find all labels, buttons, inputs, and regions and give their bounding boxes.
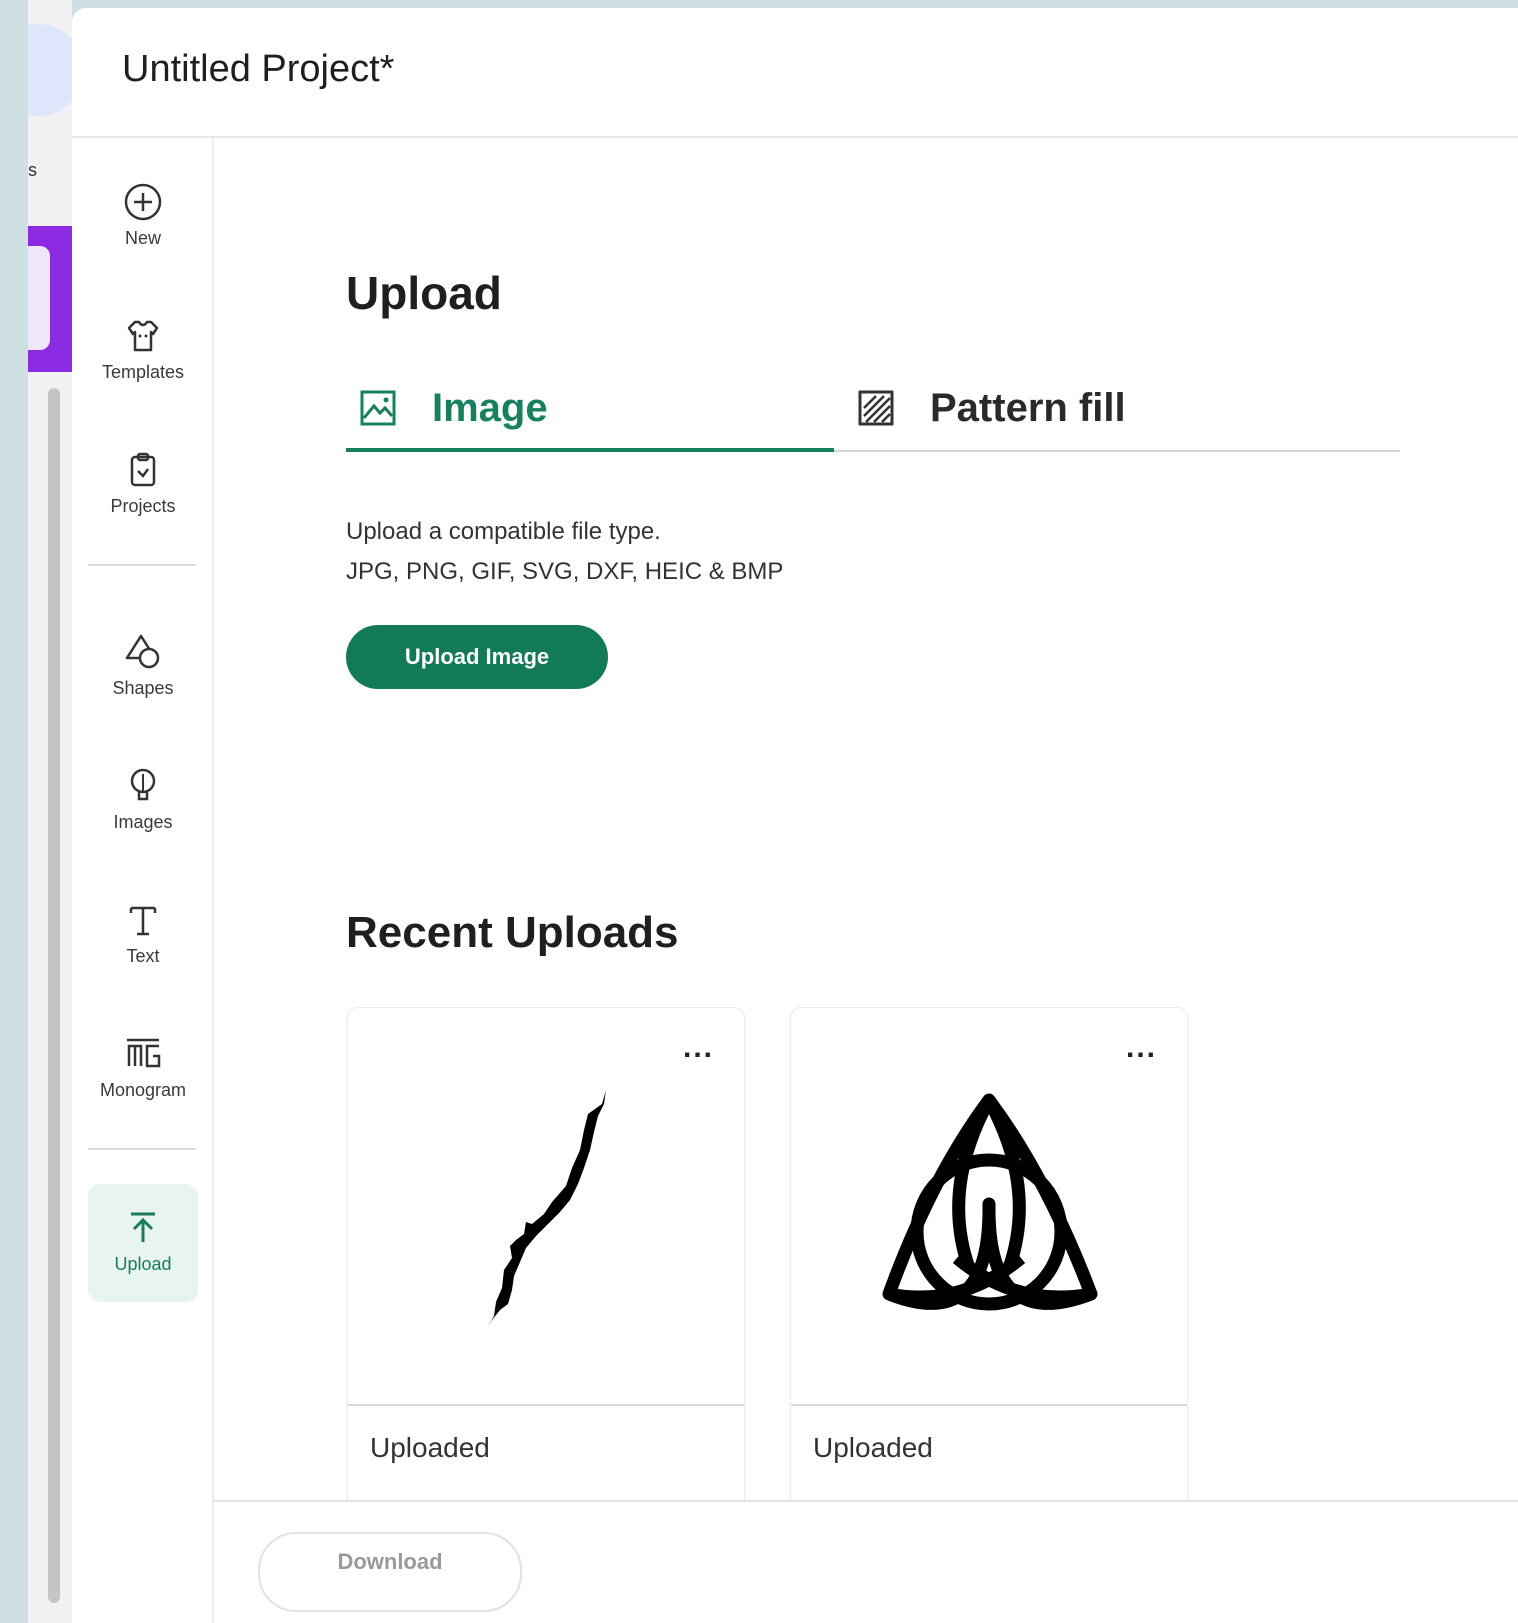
upload-card[interactable]: ... Uploaded [791, 1008, 1187, 1508]
active-nav-pill [28, 246, 50, 350]
description-line: Upload a compatible file type. [346, 518, 661, 545]
tab-pattern-fill[interactable]: Pattern fill [844, 366, 1126, 450]
tab-image[interactable]: Image [346, 366, 834, 452]
rail-divider [88, 1148, 196, 1150]
pattern-fill-icon [858, 390, 894, 426]
rail-item-label: Projects [110, 496, 176, 516]
rail-item-templates[interactable]: Templates [72, 314, 214, 383]
rail-item-label: Upload [114, 1254, 172, 1274]
upload-panel: Upload Image Pattern fill Upload a compa… [214, 138, 1518, 1623]
recent-uploads-heading: Recent Uploads [346, 908, 679, 957]
rail-item-text[interactable]: Text [72, 898, 214, 967]
upload-thumbnail[interactable] [791, 1008, 1187, 1406]
upload-thumbnail[interactable] [348, 1008, 744, 1406]
rail-item-upload[interactable]: Upload [88, 1184, 198, 1302]
scrollbar[interactable] [48, 388, 60, 1603]
file-types: JPG, PNG, GIF, SVG, DXF, HEIC & BMP [346, 558, 784, 585]
shapes-icon [125, 634, 160, 669]
plus-circle-icon [124, 183, 162, 221]
lake-silhouette-image [488, 1090, 606, 1326]
upload-tabs: Image Pattern fill [346, 366, 1400, 452]
project-title[interactable]: Untitled Project* [122, 48, 394, 91]
rail-item-new[interactable]: New [72, 180, 214, 249]
image-icon [360, 390, 396, 426]
rail-item-label: Text [126, 946, 160, 966]
upload-icon [131, 1212, 155, 1242]
background-app-strip: s [28, 0, 72, 1623]
rail-divider [88, 564, 196, 566]
rail-item-label: Shapes [112, 678, 174, 698]
rail-item-label: Monogram [99, 1080, 187, 1100]
download-button[interactable]: Download [258, 1532, 522, 1612]
upload-description: Upload a compatible file type. JPG, PNG,… [346, 512, 783, 592]
rail-item-label: Templates [101, 362, 185, 382]
tool-rail: New Templates Projects Shapes Images Tex… [72, 138, 214, 1623]
rail-item-label: New [124, 228, 161, 248]
avatar[interactable] [28, 24, 72, 116]
tab-label: Pattern fill [930, 385, 1126, 430]
rail-item-monogram[interactable]: Monogram [72, 1032, 214, 1101]
panel-heading: Upload [346, 267, 502, 319]
title-bar: Untitled Project* [72, 8, 1518, 138]
lightbulb-icon [130, 768, 156, 801]
monogram-icon [127, 1038, 161, 1068]
more-options-icon[interactable]: ... [683, 1033, 714, 1063]
clipboard-icon [130, 452, 156, 487]
rail-item-projects[interactable]: Projects [72, 448, 214, 517]
rail-item-images[interactable]: Images [72, 764, 214, 833]
rail-item-label: Images [113, 812, 173, 832]
rail-item-shapes[interactable]: Shapes [72, 630, 214, 699]
triquetra-image [882, 1093, 1098, 1311]
tab-label: Image [432, 385, 548, 430]
text-icon [129, 906, 157, 936]
card-caption: Uploaded [813, 1432, 933, 1463]
panel-footer: Download [214, 1500, 1518, 1623]
more-options-icon[interactable]: ... [1126, 1033, 1157, 1063]
upload-card[interactable]: ... Uploaded [348, 1008, 744, 1508]
truncated-label: s [28, 160, 37, 180]
project-window: Untitled Project* New Templates Projects… [72, 8, 1518, 1623]
upload-image-button[interactable]: Upload Image [346, 625, 608, 689]
tshirt-icon [127, 320, 159, 352]
card-caption: Uploaded [370, 1432, 490, 1463]
